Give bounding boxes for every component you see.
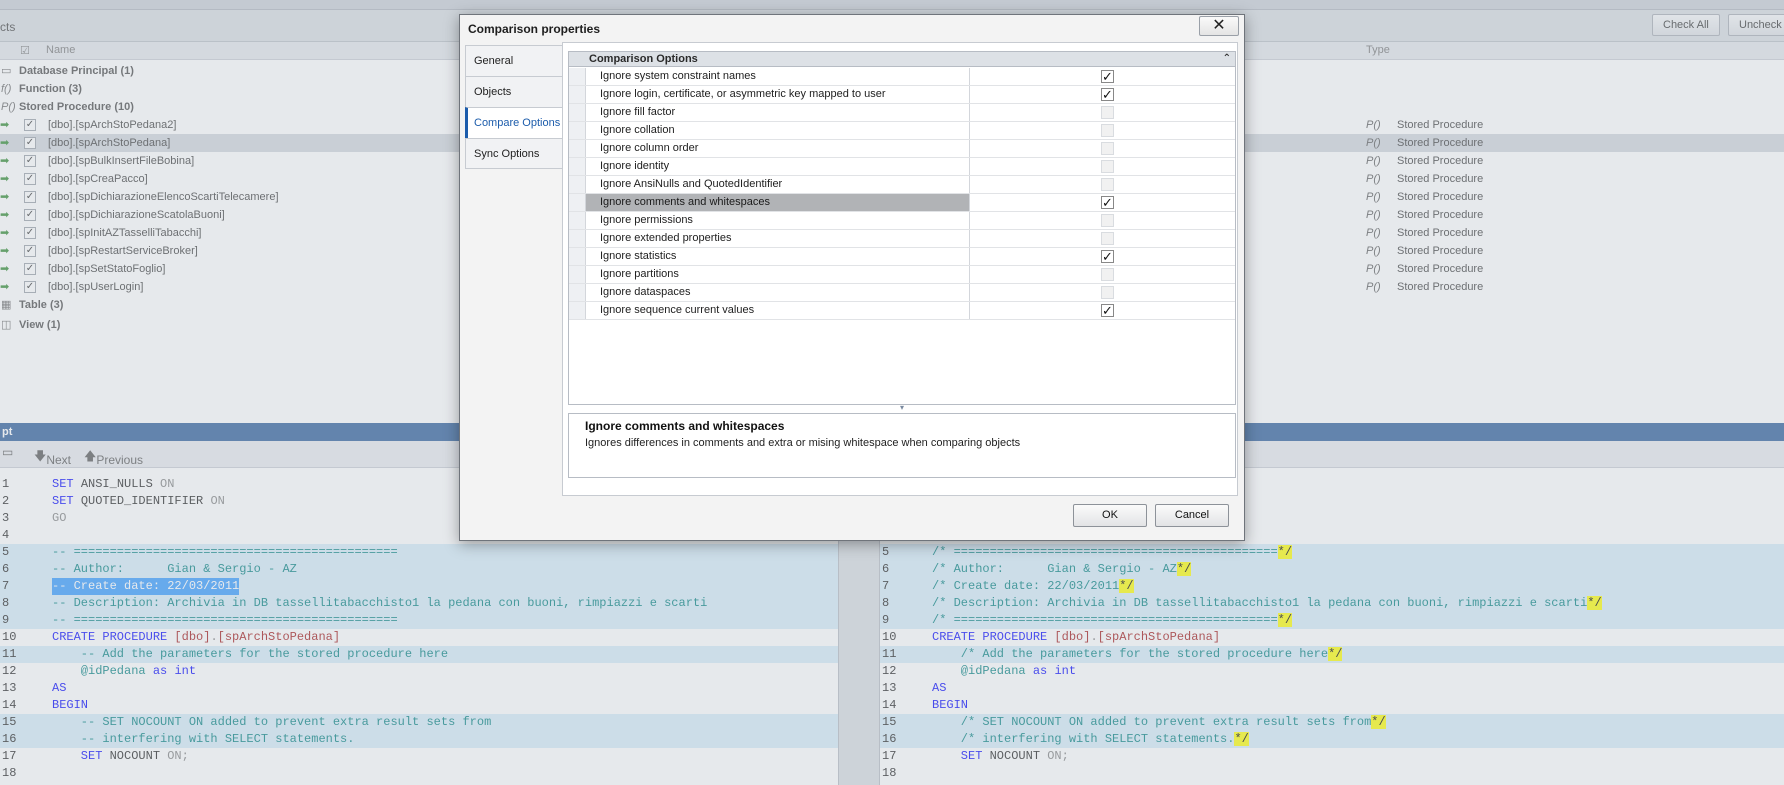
option-checkbox[interactable]: ✓: [1101, 196, 1114, 209]
options-grid: Comparison Options ⌃ Ignore system const…: [568, 51, 1236, 405]
option-label: Ignore permissions: [586, 212, 970, 229]
option-row[interactable]: Ignore collation: [569, 122, 1235, 140]
option-label: Ignore extended properties: [586, 230, 970, 247]
ok-button[interactable]: OK: [1073, 504, 1147, 527]
row-indicator: [569, 68, 586, 85]
description-text: Ignores differences in comments and extr…: [585, 437, 1021, 449]
option-row[interactable]: Ignore statistics ✓: [569, 248, 1235, 266]
option-label: Ignore system constraint names: [586, 68, 970, 85]
option-checkbox[interactable]: ✓: [1101, 304, 1114, 317]
splitter-handle[interactable]: ▾: [568, 404, 1236, 412]
option-row[interactable]: Ignore AnsiNulls and QuotedIdentifier: [569, 176, 1235, 194]
option-label: Ignore AnsiNulls and QuotedIdentifier: [586, 176, 970, 193]
option-row[interactable]: Ignore permissions: [569, 212, 1235, 230]
row-indicator: [569, 284, 586, 301]
option-label: Ignore fill factor: [586, 104, 970, 121]
option-row[interactable]: Ignore login, certificate, or asymmetric…: [569, 86, 1235, 104]
row-indicator: [569, 302, 586, 319]
option-label: Ignore collation: [586, 122, 970, 139]
options-list: Ignore system constraint names ✓ Ignore lo…: [569, 68, 1235, 320]
option-checkbox[interactable]: [1101, 106, 1114, 119]
row-indicator: [569, 248, 586, 265]
description-title: Ignore comments and whitespaces: [585, 419, 785, 433]
option-checkbox[interactable]: [1101, 214, 1114, 227]
option-checkbox[interactable]: [1101, 124, 1114, 137]
row-indicator: [569, 104, 586, 121]
option-label: Ignore column order: [586, 140, 970, 157]
option-row[interactable]: Ignore column order: [569, 140, 1235, 158]
collapse-icon[interactable]: ⌃: [1223, 52, 1231, 66]
row-indicator: [569, 176, 586, 193]
tab-general[interactable]: General: [465, 45, 563, 76]
option-label: Ignore dataspaces: [586, 284, 970, 301]
option-label: Ignore identity: [586, 158, 970, 175]
row-indicator: [569, 122, 586, 139]
row-indicator: [569, 266, 586, 283]
grid-header-label: Comparison Options: [589, 53, 698, 65]
row-indicator: [569, 86, 586, 103]
option-checkbox[interactable]: [1101, 178, 1114, 191]
cancel-button[interactable]: Cancel: [1155, 504, 1229, 527]
compare-options-panel: Comparison Options ⌃ Ignore system const…: [562, 42, 1238, 496]
option-row[interactable]: Ignore sequence current values ✓: [569, 302, 1235, 320]
row-indicator: [569, 194, 586, 211]
dialog-tabs: General Objects Compare Options Sync Opt…: [465, 45, 563, 169]
option-row[interactable]: Ignore identity: [569, 158, 1235, 176]
option-label: Ignore sequence current values: [586, 302, 970, 319]
option-row[interactable]: Ignore partitions: [569, 266, 1235, 284]
option-row[interactable]: Ignore fill factor: [569, 104, 1235, 122]
option-checkbox[interactable]: ✓: [1101, 70, 1114, 83]
option-label: Ignore statistics: [586, 248, 970, 265]
option-label: Ignore login, certificate, or asymmetric…: [586, 86, 970, 103]
option-row[interactable]: Ignore dataspaces: [569, 284, 1235, 302]
row-indicator: [569, 230, 586, 247]
option-checkbox[interactable]: ✓: [1101, 250, 1114, 263]
option-label: Ignore comments and whitespaces: [586, 194, 970, 211]
tab-sync-options[interactable]: Sync Options: [465, 138, 563, 169]
option-label: Ignore partitions: [586, 266, 970, 283]
option-description-panel: Ignore comments and whitespaces Ignores …: [568, 413, 1236, 478]
tab-compare-options[interactable]: Compare Options: [465, 107, 563, 138]
close-icon[interactable]: ✕: [1199, 16, 1239, 36]
dialog-title: Comparison properties: [468, 22, 601, 36]
option-checkbox[interactable]: [1101, 232, 1114, 245]
option-row[interactable]: Ignore comments and whitespaces ✓: [569, 194, 1235, 212]
option-checkbox[interactable]: [1101, 268, 1114, 281]
option-checkbox[interactable]: [1101, 286, 1114, 299]
option-checkbox[interactable]: [1101, 160, 1114, 173]
row-indicator: [569, 212, 586, 229]
option-checkbox[interactable]: [1101, 142, 1114, 155]
tab-objects[interactable]: Objects: [465, 76, 563, 107]
row-indicator: [569, 158, 586, 175]
option-row[interactable]: Ignore extended properties: [569, 230, 1235, 248]
row-indicator: [569, 140, 586, 157]
comparison-properties-dialog: Comparison properties ✕ General Objects …: [459, 14, 1245, 541]
options-grid-header: Comparison Options ⌃: [569, 52, 1235, 67]
option-checkbox[interactable]: ✓: [1101, 88, 1114, 101]
option-row[interactable]: Ignore system constraint names ✓: [569, 68, 1235, 86]
